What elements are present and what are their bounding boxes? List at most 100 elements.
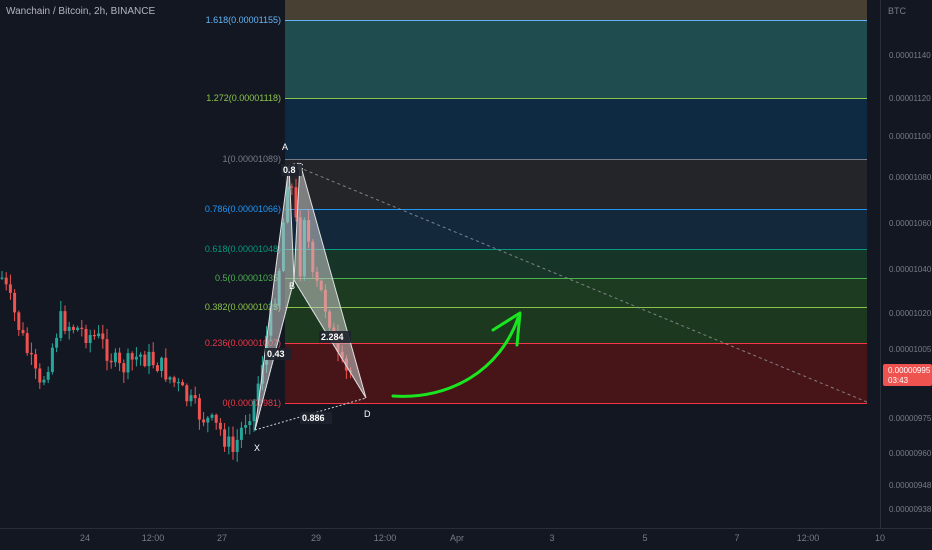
y-tick-label: 0.00001100 [889,132,931,141]
candle-body [214,414,218,423]
point-label-d: D [364,409,371,419]
candle-body [17,312,21,330]
x-tick-label: 29 [311,533,321,543]
fib-band-0.618 [285,209,867,249]
fib-label-0.5: 0.5(0.00001035) [215,273,281,283]
candle-body [109,360,113,363]
candle-body [29,352,33,355]
candle-body [193,395,197,399]
y-tick-label: 0.00000960 [889,449,932,458]
y-tick-label: 0.00000938 [889,505,932,514]
candle-body [84,328,88,344]
x-tick-label: 7 [734,533,739,543]
x-tick-label: Apr [450,533,464,543]
candle-body [168,377,172,380]
candle-body [25,333,29,353]
fib-band-1.272 [285,20,867,98]
candle-body [139,354,143,357]
x-tick-label: 10 [875,533,885,543]
fib-label-1.272: 1.272(0.00001118) [206,93,281,103]
fib-band-0.5 [285,249,867,278]
candle-body [34,354,38,369]
candle-body [164,357,168,380]
candle-body [244,425,248,428]
candle-body [231,436,235,452]
x-tick-label: 12:00 [374,533,397,543]
candle-body [147,351,151,367]
fib-band-1.618 [285,0,867,20]
x-tick-label: 12:00 [797,533,820,543]
candle-body [130,353,134,360]
candle-body [206,417,210,423]
currency-label: BTC [888,6,907,16]
x-tick-label: 27 [217,533,227,543]
ratio-xb: 0.43 [267,349,285,359]
fib-label-0: 0(0.00000981) [222,398,281,408]
candle-body [227,436,231,447]
candle-body [181,382,185,386]
y-tick-label: 0.00001080 [889,173,932,182]
candle-body [126,353,130,373]
candle-body [197,398,201,420]
candle-body [210,414,214,418]
x-tick-label: 3 [549,533,554,543]
candle-body [21,329,25,334]
candle-body [101,333,105,340]
point-label-b: B [289,281,295,291]
candle-body [143,354,147,367]
candle-body [88,335,92,344]
candle-body [97,333,101,337]
last-price-value: 0.00000995 [888,366,931,375]
fib-band-0.236 [285,307,867,343]
candle-body [38,368,42,383]
candle-body [50,347,54,372]
candle-body [235,439,239,452]
candle-body [290,186,294,188]
candle-body [172,377,176,383]
candle-body [63,311,67,331]
ratio-bd: 2.284 [321,332,344,342]
candle-body [252,400,256,422]
price-chart[interactable]: 0(0.00000981)0.236(0.00001007)0.382(0.00… [0,0,932,550]
x-tick-label: 12:00 [142,533,165,543]
y-tick-label: 0.00001060 [889,219,932,228]
candle-body [160,357,164,371]
ratio-xd: 0.886 [302,413,325,423]
candle-body [76,327,80,331]
candle-body [223,429,227,447]
candle-body [113,352,117,363]
y-tick-label: 0.00001005 [889,345,932,354]
candle-body [151,351,155,366]
candle-body [202,419,206,423]
candle-body [105,339,109,361]
fib-label-1.618: 1.618(0.00001155) [206,15,281,25]
fib-label-1: 1(0.00001089) [222,154,281,164]
ratio-ac: 0.8 [283,165,296,175]
point-label-a: A [282,142,288,152]
y-tick-label: 0.00000948 [889,481,932,490]
candle-body [46,371,50,380]
candle-body [4,277,8,285]
fib-band-1 [285,98,867,159]
candle-body [239,427,243,440]
candle-body [59,311,63,338]
candle-body [67,326,71,331]
fib-band-0.786 [285,159,867,209]
y-tick-label: 0.00000975 [889,414,932,423]
candle-body [218,422,222,430]
y-tick-label: 0.00001120 [889,94,931,103]
point-label-x: X [254,443,260,453]
fib-label-0.618: 0.618(0.00001048) [205,244,281,254]
candle-body [92,335,96,337]
candle-body [42,379,46,383]
x-tick-label: 24 [80,533,90,543]
y-tick-label: 0.00001040 [889,265,932,274]
fib-band-0 [285,343,867,403]
candle-body [248,421,252,426]
candle-body [118,352,122,364]
candle-body [155,365,159,371]
x-tick-label: 5 [642,533,647,543]
candle-body [71,326,75,331]
candle-body [0,277,4,279]
y-tick-label: 0.00001140 [889,51,931,60]
